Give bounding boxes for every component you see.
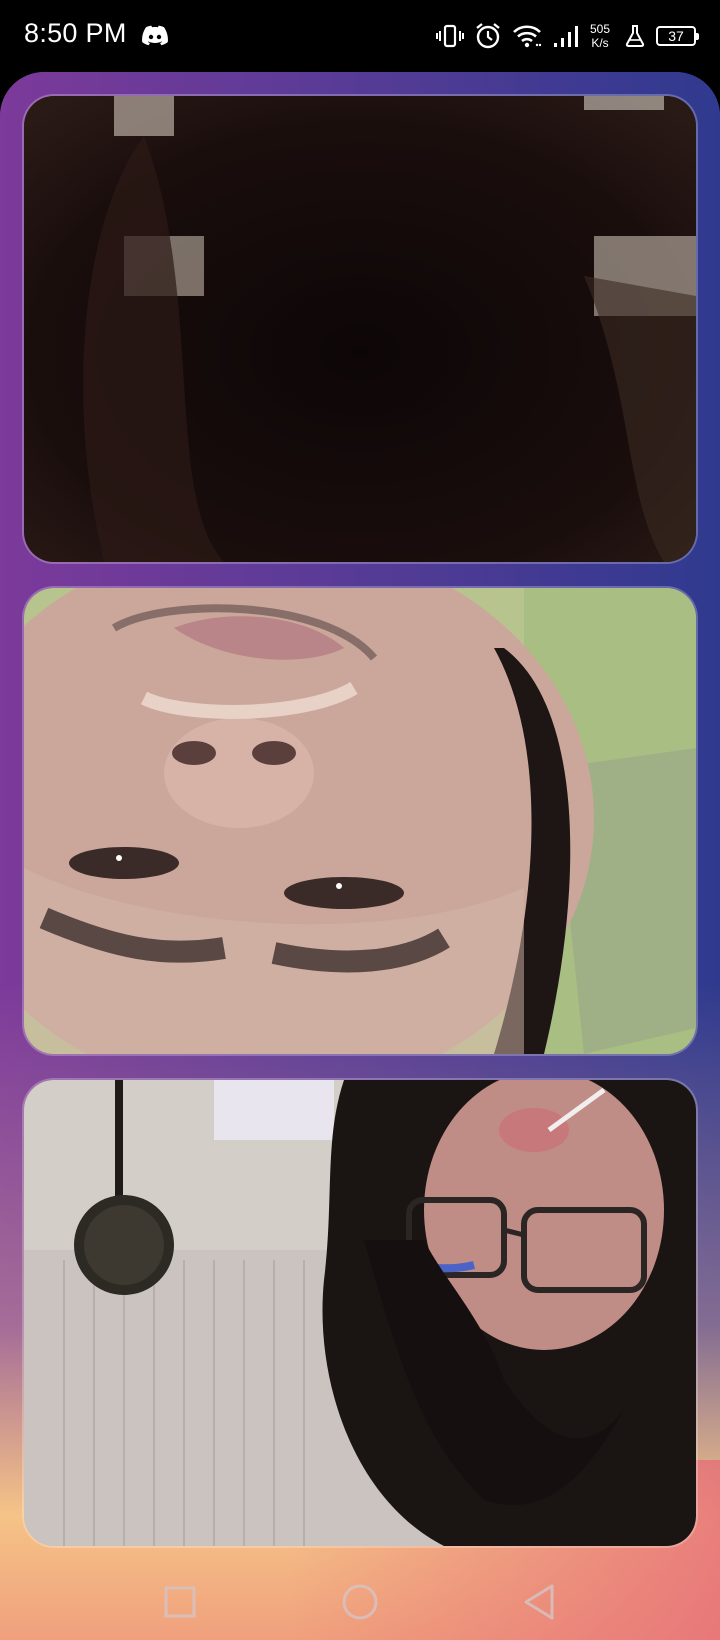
status-time: 8:50 PM <box>24 18 127 48</box>
video-feed-person-glasses <box>24 1080 696 1546</box>
recents-button[interactable] <box>160 1582 200 1622</box>
video-tile-participant-1[interactable] <box>24 96 696 562</box>
lab-icon <box>625 25 645 47</box>
home-button[interactable] <box>340 1582 380 1622</box>
wifi-icon <box>513 25 542 48</box>
video-tile-participant-2[interactable] <box>24 588 696 1054</box>
battery-indicator: 37 <box>656 26 699 46</box>
video-feed-dark-room <box>24 96 696 562</box>
status-bar: 8:50 PM 505 K/s 37 <box>0 0 720 72</box>
navigation-bar <box>0 1560 720 1640</box>
network-speed-value: 505 <box>589 22 610 36</box>
status-icons: 505 K/s 37 <box>435 18 699 54</box>
battery-level: 37 <box>668 28 684 44</box>
vibrate-icon <box>435 24 464 48</box>
network-speed: 505 K/s <box>590 22 610 50</box>
signal-icon <box>553 26 578 47</box>
video-tile-participant-3[interactable] <box>24 1080 696 1546</box>
back-button[interactable] <box>520 1582 560 1622</box>
video-feed-face <box>24 588 696 1054</box>
alarm-icon <box>476 23 500 49</box>
network-speed-unit: K/s <box>591 36 609 50</box>
discord-icon <box>142 25 168 46</box>
